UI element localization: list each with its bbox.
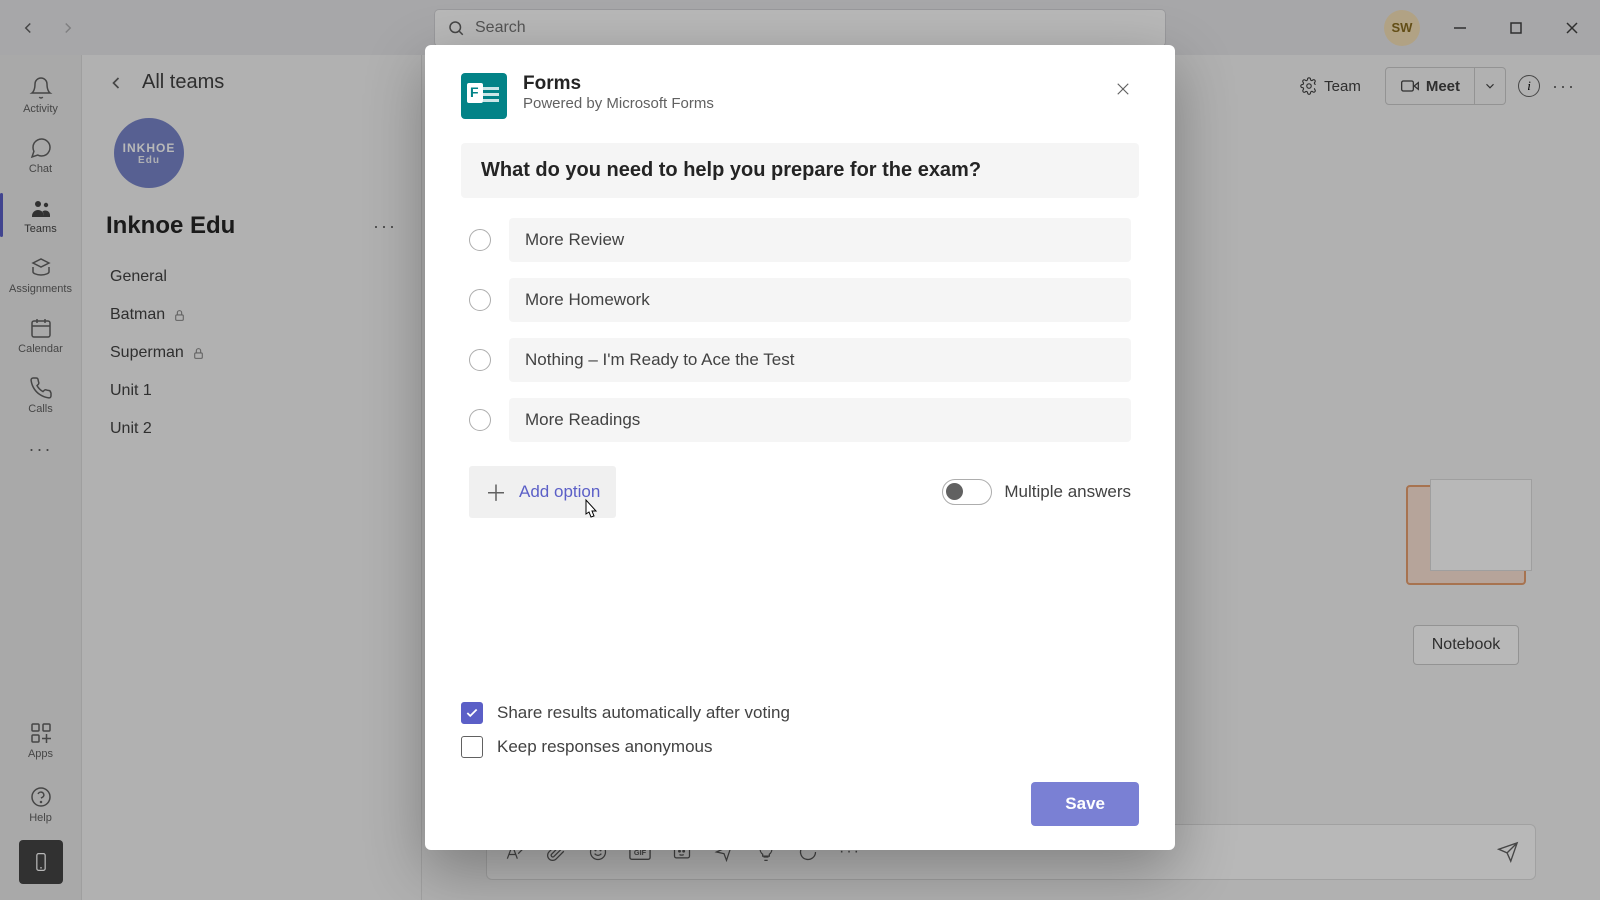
add-option-button[interactable]: ＋ Add option bbox=[469, 466, 616, 518]
modal-title: Forms bbox=[523, 73, 714, 95]
radio-button[interactable] bbox=[469, 229, 491, 251]
poll-option: More Review bbox=[469, 218, 1131, 262]
radio-button[interactable] bbox=[469, 349, 491, 371]
option-text-input[interactable]: More Homework bbox=[509, 278, 1131, 322]
save-button[interactable]: Save bbox=[1031, 782, 1139, 826]
modal-close-button[interactable] bbox=[1107, 73, 1139, 105]
keep-anonymous-checkbox[interactable] bbox=[461, 736, 483, 758]
share-results-checkbox[interactable] bbox=[461, 702, 483, 724]
question-input[interactable]: What do you need to help you prepare for… bbox=[461, 143, 1139, 198]
poll-option: More Readings bbox=[469, 398, 1131, 442]
poll-option: More Homework bbox=[469, 278, 1131, 322]
forms-modal: Forms Powered by Microsoft Forms What do… bbox=[425, 45, 1175, 850]
multiple-answers-toggle[interactable] bbox=[942, 479, 992, 505]
plus-icon: ＋ bbox=[485, 476, 507, 508]
poll-option: Nothing – I'm Ready to Ace the Test bbox=[469, 338, 1131, 382]
modal-subtitle: Powered by Microsoft Forms bbox=[523, 95, 714, 112]
keep-anonymous-label: Keep responses anonymous bbox=[497, 737, 712, 757]
radio-button[interactable] bbox=[469, 409, 491, 431]
share-results-label: Share results automatically after voting bbox=[497, 703, 790, 723]
multiple-answers-label: Multiple answers bbox=[1004, 482, 1131, 502]
option-text-input[interactable]: Nothing – I'm Ready to Ace the Test bbox=[509, 338, 1131, 382]
options-list: More Review More Homework Nothing – I'm Re… bbox=[461, 218, 1139, 442]
forms-app-icon bbox=[461, 73, 507, 119]
radio-button[interactable] bbox=[469, 289, 491, 311]
option-text-input[interactable]: More Review bbox=[509, 218, 1131, 262]
option-text-input[interactable]: More Readings bbox=[509, 398, 1131, 442]
